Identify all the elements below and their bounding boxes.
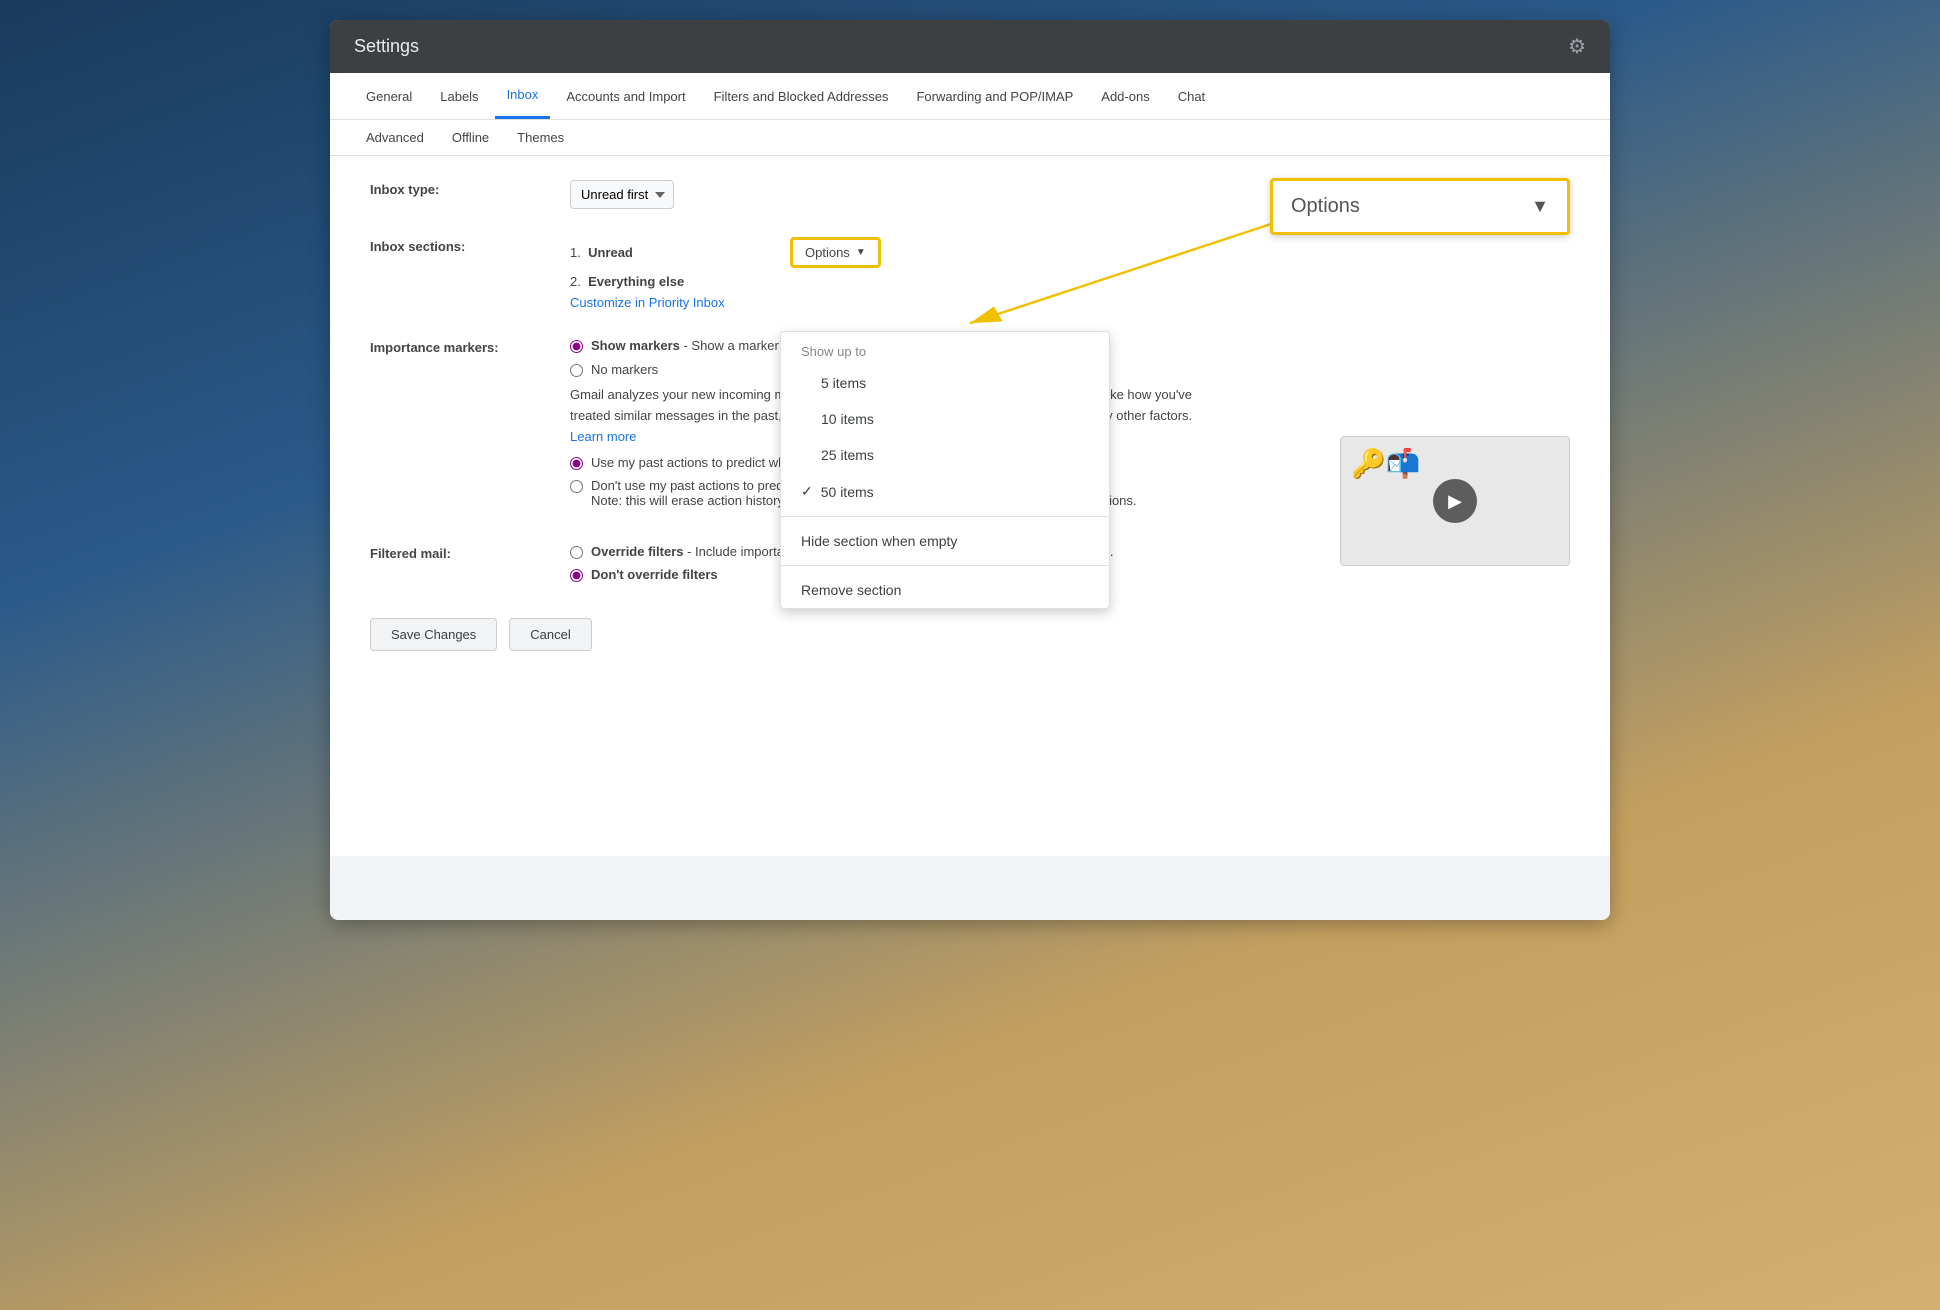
footer-buttons: Save Changes Cancel <box>370 618 1570 651</box>
inbox-type-select[interactable]: Unread first <box>570 180 674 209</box>
thumb-icon: 🔑📬 <box>1351 447 1421 480</box>
tab-inbox[interactable]: Inbox <box>495 73 551 119</box>
dont-override-radio[interactable] <box>570 569 583 582</box>
options-arrow-icon: ▼ <box>856 247 866 258</box>
show-markers-radio[interactable] <box>570 340 583 353</box>
no-markers-label: No markers <box>591 362 658 377</box>
tab-addons[interactable]: Add-ons <box>1089 75 1161 118</box>
options-dropdown-menu: Show up to 5 items 10 items 25 items 50 … <box>780 331 1110 609</box>
settings-panel: Settings ⚙ General Labels Inbox Accounts… <box>330 20 1610 920</box>
tab-offline[interactable]: Offline <box>440 120 501 155</box>
customize-link-row: Customize in Priority Inbox <box>570 295 1570 310</box>
tabs-row2: Advanced Offline Themes <box>330 120 1610 156</box>
dropdown-remove-section[interactable]: Remove section <box>781 572 1109 608</box>
inbox-sections-content: 1. Unread Options ▼ 2. Everything else <box>570 237 1570 310</box>
section2-label: 2. Everything else <box>570 274 770 289</box>
callout-arrow-icon: ▼ <box>1531 196 1549 217</box>
dropdown-25-items[interactable]: 25 items <box>781 437 1109 473</box>
play-button[interactable]: ▶ <box>1433 479 1477 523</box>
section1-name: Unread <box>588 245 633 260</box>
dropdown-divider1 <box>781 516 1109 517</box>
dont-use-past-radio[interactable] <box>570 480 583 493</box>
section1-label: 1. Unread <box>570 245 770 260</box>
dropdown-10-items[interactable]: 10 items <box>781 401 1109 437</box>
inbox-sections-row: Inbox sections: 1. Unread Options ▼ 2. <box>370 237 1570 310</box>
options-callout-inner: Options ▼ <box>1273 181 1567 232</box>
dropdown-5-items[interactable]: 5 items <box>781 365 1109 401</box>
section2-name: Everything else <box>588 274 684 289</box>
tabs-row1: General Labels Inbox Accounts and Import… <box>330 73 1610 120</box>
tab-chat[interactable]: Chat <box>1166 75 1217 118</box>
override-filters-radio[interactable] <box>570 546 583 559</box>
cancel-button[interactable]: Cancel <box>509 618 591 651</box>
video-thumbnail[interactable]: 🔑📬 ▶ <box>1340 436 1570 566</box>
importance-markers-label: Importance markers: <box>370 338 570 355</box>
show-markers-label: Show markers <box>591 338 680 353</box>
learn-more-link[interactable]: Learn more <box>570 429 636 444</box>
options-button[interactable]: Options ▼ <box>790 237 881 268</box>
tab-filters[interactable]: Filters and Blocked Addresses <box>702 75 901 118</box>
callout-options-label: Options <box>1291 195 1360 218</box>
save-changes-button[interactable]: Save Changes <box>370 618 497 651</box>
override-filters-label: Override filters <box>591 544 684 559</box>
tab-advanced[interactable]: Advanced <box>354 120 436 155</box>
customize-link[interactable]: Customize in Priority Inbox <box>570 295 725 310</box>
tab-labels[interactable]: Labels <box>428 75 490 118</box>
tab-general[interactable]: General <box>354 75 424 118</box>
show-up-to-label: Show up to <box>781 332 1109 365</box>
dropdown-divider2 <box>781 565 1109 566</box>
dont-override-label: Don't override filters <box>591 567 718 582</box>
section1-row: 1. Unread Options ▼ <box>570 237 1570 268</box>
tab-accounts[interactable]: Accounts and Import <box>554 75 697 118</box>
settings-content: Inbox type: Unread first Inbox sections:… <box>330 156 1610 856</box>
use-past-radio[interactable] <box>570 457 583 470</box>
show-markers-desc: - Show a marker ( <box>680 338 787 353</box>
inbox-sections-label: Inbox sections: <box>370 237 570 254</box>
no-markers-radio[interactable] <box>570 364 583 377</box>
inbox-type-label: Inbox type: <box>370 180 570 197</box>
use-past-label: Use my past actions to predict whi... <box>591 455 799 470</box>
filtered-mail-label: Filtered mail: <box>370 544 570 561</box>
section2-row: 2. Everything else <box>570 274 1570 289</box>
options-callout: Options ▼ <box>1270 178 1570 235</box>
dropdown-50-items[interactable]: 50 items <box>781 473 1109 510</box>
tab-forwarding[interactable]: Forwarding and POP/IMAP <box>904 75 1085 118</box>
settings-header: Settings ⚙ <box>330 20 1610 73</box>
options-button-label: Options <box>805 245 850 260</box>
tab-themes[interactable]: Themes <box>505 120 576 155</box>
settings-title: Settings <box>354 36 419 57</box>
gear-icon[interactable]: ⚙ <box>1568 34 1586 59</box>
dropdown-hide-section[interactable]: Hide section when empty <box>781 523 1109 559</box>
